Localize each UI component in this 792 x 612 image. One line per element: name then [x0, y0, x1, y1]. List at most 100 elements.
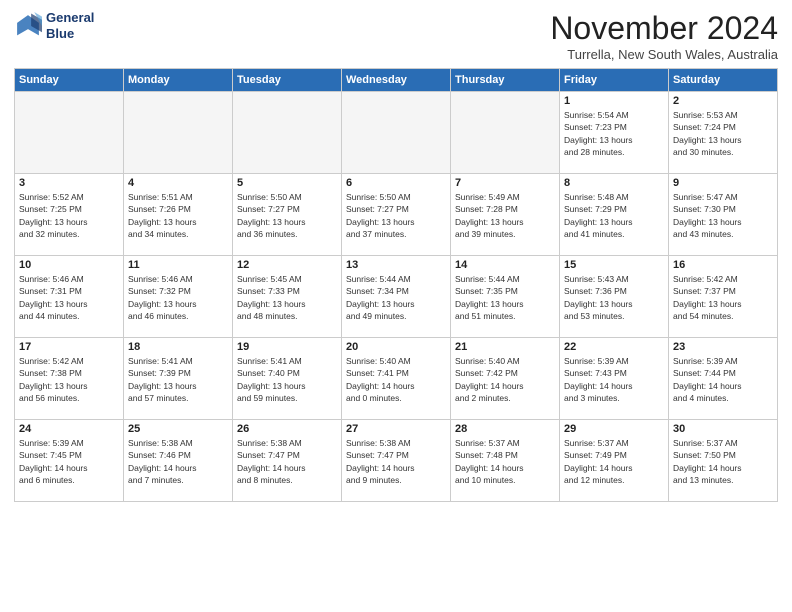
day-cell: 27 Sunrise: 5:38 AMSunset: 7:47 PMDayligh… [342, 420, 451, 502]
day-cell: 20 Sunrise: 5:40 AMSunset: 7:41 PMDayligh… [342, 338, 451, 420]
header-row: SundayMondayTuesdayWednesdayThursdayFrid… [15, 69, 778, 92]
week-row-4: 17 Sunrise: 5:42 AMSunset: 7:38 PMDayligh… [15, 338, 778, 420]
day-info: Sunrise: 5:43 AMSunset: 7:36 PMDaylight:… [564, 273, 664, 322]
day-cell: 9 Sunrise: 5:47 AMSunset: 7:30 PMDaylight… [669, 174, 778, 256]
day-cell: 14 Sunrise: 5:44 AMSunset: 7:35 PMDayligh… [451, 256, 560, 338]
day-number: 7 [455, 177, 555, 189]
logo: General Blue [14, 10, 94, 41]
day-info: Sunrise: 5:53 AMSunset: 7:24 PMDaylight:… [673, 109, 773, 158]
day-number: 4 [128, 177, 228, 189]
day-info: Sunrise: 5:39 AMSunset: 7:44 PMDaylight:… [673, 355, 773, 404]
day-info: Sunrise: 5:37 AMSunset: 7:49 PMDaylight:… [564, 437, 664, 486]
day-cell: 8 Sunrise: 5:48 AMSunset: 7:29 PMDaylight… [560, 174, 669, 256]
day-info: Sunrise: 5:47 AMSunset: 7:30 PMDaylight:… [673, 191, 773, 240]
day-number: 20 [346, 341, 446, 353]
day-cell [15, 92, 124, 174]
day-info: Sunrise: 5:48 AMSunset: 7:29 PMDaylight:… [564, 191, 664, 240]
day-info: Sunrise: 5:38 AMSunset: 7:47 PMDaylight:… [237, 437, 337, 486]
month-title: November 2024 [550, 10, 778, 47]
day-info: Sunrise: 5:54 AMSunset: 7:23 PMDaylight:… [564, 109, 664, 158]
day-info: Sunrise: 5:50 AMSunset: 7:27 PMDaylight:… [346, 191, 446, 240]
col-header-sunday: Sunday [15, 69, 124, 92]
day-info: Sunrise: 5:40 AMSunset: 7:41 PMDaylight:… [346, 355, 446, 404]
day-number: 11 [128, 259, 228, 271]
day-cell: 5Sunrise: 5:50 AMSunset: 7:27 PMDaylight… [233, 174, 342, 256]
day-cell: 26 Sunrise: 5:38 AMSunset: 7:47 PMDayligh… [233, 420, 342, 502]
day-info: Sunrise: 5:51 AMSunset: 7:26 PMDaylight:… [128, 191, 228, 240]
day-number: 30 [673, 423, 773, 435]
day-number: 5 [237, 177, 337, 189]
day-cell [342, 92, 451, 174]
day-cell: 22 Sunrise: 5:39 AMSunset: 7:43 PMDayligh… [560, 338, 669, 420]
day-info: Sunrise: 5:39 AMSunset: 7:45 PMDaylight:… [19, 437, 119, 486]
day-cell [451, 92, 560, 174]
col-header-monday: Monday [124, 69, 233, 92]
day-cell: 28Sunrise: 5:37 AMSunset: 7:48 PMDayligh… [451, 420, 560, 502]
day-cell: 29Sunrise: 5:37 AMSunset: 7:49 PMDayligh… [560, 420, 669, 502]
day-number: 17 [19, 341, 119, 353]
header: General Blue November 2024 Turrella, New… [14, 10, 778, 62]
day-cell: 10Sunrise: 5:46 AMSunset: 7:31 PMDayligh… [15, 256, 124, 338]
subtitle: Turrella, New South Wales, Australia [550, 47, 778, 62]
day-info: Sunrise: 5:44 AMSunset: 7:35 PMDaylight:… [455, 273, 555, 322]
day-cell: 4 Sunrise: 5:51 AMSunset: 7:26 PMDaylight… [124, 174, 233, 256]
title-block: November 2024 Turrella, New South Wales,… [550, 10, 778, 62]
week-row-3: 10Sunrise: 5:46 AMSunset: 7:31 PMDayligh… [15, 256, 778, 338]
day-info: Sunrise: 5:46 AMSunset: 7:32 PMDaylight:… [128, 273, 228, 322]
calendar-table: SundayMondayTuesdayWednesdayThursdayFrid… [14, 68, 778, 502]
day-number: 27 [346, 423, 446, 435]
day-cell [124, 92, 233, 174]
col-header-wednesday: Wednesday [342, 69, 451, 92]
day-number: 24 [19, 423, 119, 435]
day-cell: 16 Sunrise: 5:42 AMSunset: 7:37 PMDayligh… [669, 256, 778, 338]
day-info: Sunrise: 5:39 AMSunset: 7:43 PMDaylight:… [564, 355, 664, 404]
day-info: Sunrise: 5:37 AMSunset: 7:50 PMDaylight:… [673, 437, 773, 486]
day-info: Sunrise: 5:49 AMSunset: 7:28 PMDaylight:… [455, 191, 555, 240]
day-number: 8 [564, 177, 664, 189]
day-number: 19 [237, 341, 337, 353]
day-cell: 15 Sunrise: 5:43 AMSunset: 7:36 PMDayligh… [560, 256, 669, 338]
day-cell: 3Sunrise: 5:52 AMSunset: 7:25 PMDaylight… [15, 174, 124, 256]
day-cell: 11 Sunrise: 5:46 AMSunset: 7:32 PMDayligh… [124, 256, 233, 338]
day-number: 15 [564, 259, 664, 271]
day-number: 14 [455, 259, 555, 271]
day-cell: 24 Sunrise: 5:39 AMSunset: 7:45 PMDayligh… [15, 420, 124, 502]
day-number: 3 [19, 177, 119, 189]
logo-line1: General [46, 10, 94, 26]
day-number: 2 [673, 95, 773, 107]
week-row-5: 24 Sunrise: 5:39 AMSunset: 7:45 PMDayligh… [15, 420, 778, 502]
day-cell [233, 92, 342, 174]
logo-line2: Blue [46, 26, 94, 42]
day-number: 6 [346, 177, 446, 189]
day-cell: 23 Sunrise: 5:39 AMSunset: 7:44 PMDayligh… [669, 338, 778, 420]
day-number: 1 [564, 95, 664, 107]
day-number: 22 [564, 341, 664, 353]
day-info: Sunrise: 5:41 AMSunset: 7:40 PMDaylight:… [237, 355, 337, 404]
day-number: 23 [673, 341, 773, 353]
day-number: 12 [237, 259, 337, 271]
week-row-2: 3Sunrise: 5:52 AMSunset: 7:25 PMDaylight… [15, 174, 778, 256]
logo-text: General Blue [46, 10, 94, 41]
day-number: 9 [673, 177, 773, 189]
day-number: 26 [237, 423, 337, 435]
col-header-friday: Friday [560, 69, 669, 92]
day-info: Sunrise: 5:46 AMSunset: 7:31 PMDaylight:… [19, 273, 119, 322]
day-number: 13 [346, 259, 446, 271]
day-cell: 1 Sunrise: 5:54 AMSunset: 7:23 PMDaylight… [560, 92, 669, 174]
day-info: Sunrise: 5:42 AMSunset: 7:37 PMDaylight:… [673, 273, 773, 322]
day-number: 21 [455, 341, 555, 353]
day-cell: 25Sunrise: 5:38 AMSunset: 7:46 PMDayligh… [124, 420, 233, 502]
day-info: Sunrise: 5:40 AMSunset: 7:42 PMDaylight:… [455, 355, 555, 404]
day-cell: 2 Sunrise: 5:53 AMSunset: 7:24 PMDaylight… [669, 92, 778, 174]
day-info: Sunrise: 5:44 AMSunset: 7:34 PMDaylight:… [346, 273, 446, 322]
day-info: Sunrise: 5:42 AMSunset: 7:38 PMDaylight:… [19, 355, 119, 404]
day-info: Sunrise: 5:38 AMSunset: 7:47 PMDaylight:… [346, 437, 446, 486]
day-number: 25 [128, 423, 228, 435]
day-cell: 7 Sunrise: 5:49 AMSunset: 7:28 PMDaylight… [451, 174, 560, 256]
page: General Blue November 2024 Turrella, New… [0, 0, 792, 612]
day-number: 18 [128, 341, 228, 353]
day-number: 16 [673, 259, 773, 271]
day-cell: 17 Sunrise: 5:42 AMSunset: 7:38 PMDayligh… [15, 338, 124, 420]
day-cell: 12Sunrise: 5:45 AMSunset: 7:33 PMDayligh… [233, 256, 342, 338]
day-cell: 13 Sunrise: 5:44 AMSunset: 7:34 PMDayligh… [342, 256, 451, 338]
